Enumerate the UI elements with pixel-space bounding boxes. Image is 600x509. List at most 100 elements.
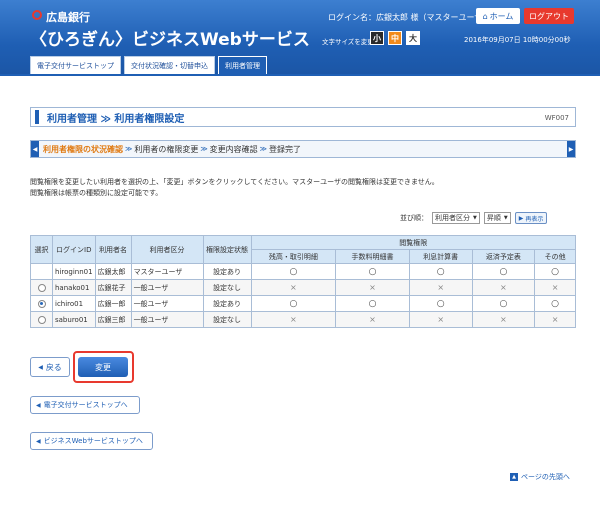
select-cell (30, 279, 53, 296)
description-line-1: 閲覧権限を変更したい利用者を選択の上、「変更」ボタンをクリックしてください。マス… (30, 178, 439, 186)
user-name-cell: 広銀花子 (94, 279, 132, 296)
col-login-id: ログインID (52, 235, 96, 264)
font-size-medium-button[interactable]: 中 (388, 31, 402, 45)
font-size-label: 文字サイズを変更 (322, 38, 374, 46)
sort-controls: 並び順： 利用者区分 ▼ 昇順 ▼ ▶ 再表示 (400, 212, 548, 224)
step-right-arrow-icon: ▶ (567, 141, 575, 157)
chevron-down-icon: ▼ (503, 215, 508, 221)
step-left-arrow-icon: ◀ (31, 141, 39, 157)
col-perm-balance: 残高・取引明細 (250, 249, 337, 264)
step-4: 登録完了 (268, 144, 301, 154)
home-label: ホーム (489, 11, 514, 21)
login-id-cell: saburo01 (52, 311, 96, 328)
redisplay-icon: ▶ (518, 214, 524, 222)
perm-cell: × (534, 279, 576, 296)
description: 閲覧権限を変更したい利用者を選択の上、「変更」ボタンをクリックしてください。マス… (30, 177, 439, 199)
page-title-text: 利用者管理 ≫ 利用者権限設定 (47, 113, 185, 125)
redisplay-label: 再表示 (525, 215, 544, 223)
login-id-cell: hanako01 (52, 279, 96, 296)
login-id-cell: hiroginn01 (52, 263, 96, 280)
user-type-cell: 一般ユーザ (130, 295, 204, 312)
sort-label: 並び順： (400, 214, 428, 222)
row-select-radio-selected[interactable] (37, 299, 46, 308)
font-size-small-button[interactable]: 小 (370, 31, 384, 45)
screen-id: WF007 (544, 114, 569, 122)
logout-button[interactable]: ログアウト (524, 8, 574, 24)
table-row: hanako01 広銀花子 一般ユーザ 設定なし × × × × × (30, 279, 576, 296)
user-name-cell: 広銀三郎 (94, 311, 132, 328)
tab-user-management[interactable]: 利用者管理 (218, 56, 267, 74)
step-separator-icon: ≫ (200, 145, 208, 153)
perm-state-cell: 設定なし (202, 279, 252, 296)
perm-cell: ○ (471, 263, 536, 280)
col-perm-repayment: 返済予定表 (471, 249, 536, 264)
chevron-left-icon: ◀ (38, 363, 43, 371)
chevron-left-icon: ◀ (36, 401, 41, 409)
perm-cell: × (250, 311, 337, 328)
user-name-cell: 広銀太郎 (94, 263, 132, 280)
user-name-cell: 広銀一郎 (94, 295, 132, 312)
service-name: 〈ひろぎん〉ビジネスWebサービス (30, 30, 310, 50)
perm-cell: × (408, 279, 473, 296)
chevron-down-icon: ▼ (473, 215, 477, 221)
sort-field-select[interactable]: 利用者区分 ▼ (432, 212, 480, 224)
col-perm-fee: 手数料明細書 (335, 249, 410, 264)
step-2: 利用者の権限変更 (134, 144, 199, 154)
col-view-perm: 閲覧権限 (250, 235, 577, 250)
perm-cell: ○ (335, 263, 410, 280)
login-id-cell: ichiro01 (52, 295, 96, 312)
perm-cell: × (534, 311, 576, 328)
change-button[interactable]: 変更 (78, 357, 128, 377)
user-permission-table: 選択 ログインID 利用者名 利用者区分 権限設定状態 閲覧権限 残高・取引明細… (30, 235, 577, 328)
tab-denshi-top[interactable]: 電子交付サービストップ (30, 56, 121, 74)
col-user-name: 利用者名 (94, 235, 132, 264)
description-line-2: 閲覧権限は帳票の種類別に設定可能です。 (30, 189, 163, 197)
denshi-top-link-label: 電子交付サービストップへ (43, 401, 128, 409)
login-name: ログイン名：広銀太郎 様（マスターユーザ） (328, 13, 491, 22)
denshi-top-link-button[interactable]: ◀ 電子交付サービストップへ (30, 396, 140, 414)
perm-state-cell: 設定なし (202, 311, 252, 328)
col-user-type: 利用者区分 (130, 235, 204, 264)
perm-cell: ○ (335, 295, 410, 312)
home-button[interactable]: ⌂ ホーム (476, 8, 520, 24)
user-type-cell: 一般ユーザ (130, 279, 204, 296)
perm-cell: ○ (534, 263, 576, 280)
sort-order-select[interactable]: 昇順 ▼ (483, 212, 511, 224)
select-cell (30, 311, 53, 328)
redisplay-button[interactable]: ▶ 再表示 (514, 212, 548, 224)
perm-cell: × (471, 279, 536, 296)
table-row: saburo01 広銀三郎 一般ユーザ 設定なし × × × × × (30, 311, 576, 328)
perm-cell: × (335, 279, 410, 296)
perm-cell: ○ (471, 295, 536, 312)
perm-cell: × (471, 311, 536, 328)
page-title: 利用者管理 ≫ 利用者権限設定 WF007 (30, 107, 576, 127)
business-top-link-button[interactable]: ◀ ビジネスWebサービストップへ (30, 432, 153, 450)
perm-cell: × (250, 279, 337, 296)
perm-state-cell: 設定あり (202, 263, 252, 280)
table-row: hiroginn01 広銀太郎 マスターユーザ 設定あり ○ ○ ○ ○ ○ (30, 263, 576, 280)
row-select-radio[interactable] (37, 315, 46, 324)
font-size-large-button[interactable]: 大 (406, 31, 420, 45)
datetime: 2016年09月07日 10時00分00秒 (464, 36, 571, 44)
chevron-left-icon: ◀ (36, 437, 41, 445)
col-perm-other: その他 (534, 249, 576, 264)
back-button[interactable]: ◀ 戻る (30, 357, 70, 377)
back-label: 戻る (45, 362, 62, 372)
perm-cell: ○ (408, 263, 473, 280)
user-type-cell: 一般ユーザ (130, 311, 204, 328)
sort-order-value: 昇順 (486, 214, 501, 222)
sort-field-value: 利用者区分 (435, 214, 470, 222)
perm-state-cell: 設定あり (202, 295, 252, 312)
chevron-up-icon: ▲ (510, 473, 518, 481)
perm-cell: ○ (250, 263, 337, 280)
home-icon: ⌂ (482, 11, 488, 21)
page-top-link[interactable]: ▲ ページの先頭へ (510, 472, 570, 482)
perm-cell: × (335, 311, 410, 328)
step-separator-icon: ≫ (125, 145, 133, 153)
tab-status-check[interactable]: 交付状況確認・切替申込 (124, 56, 215, 74)
row-select-radio[interactable] (37, 283, 46, 292)
bank-name: 広島銀行 (46, 11, 90, 24)
perm-cell: × (408, 311, 473, 328)
select-cell (30, 295, 53, 312)
col-perm-interest: 利息計算書 (408, 249, 473, 264)
